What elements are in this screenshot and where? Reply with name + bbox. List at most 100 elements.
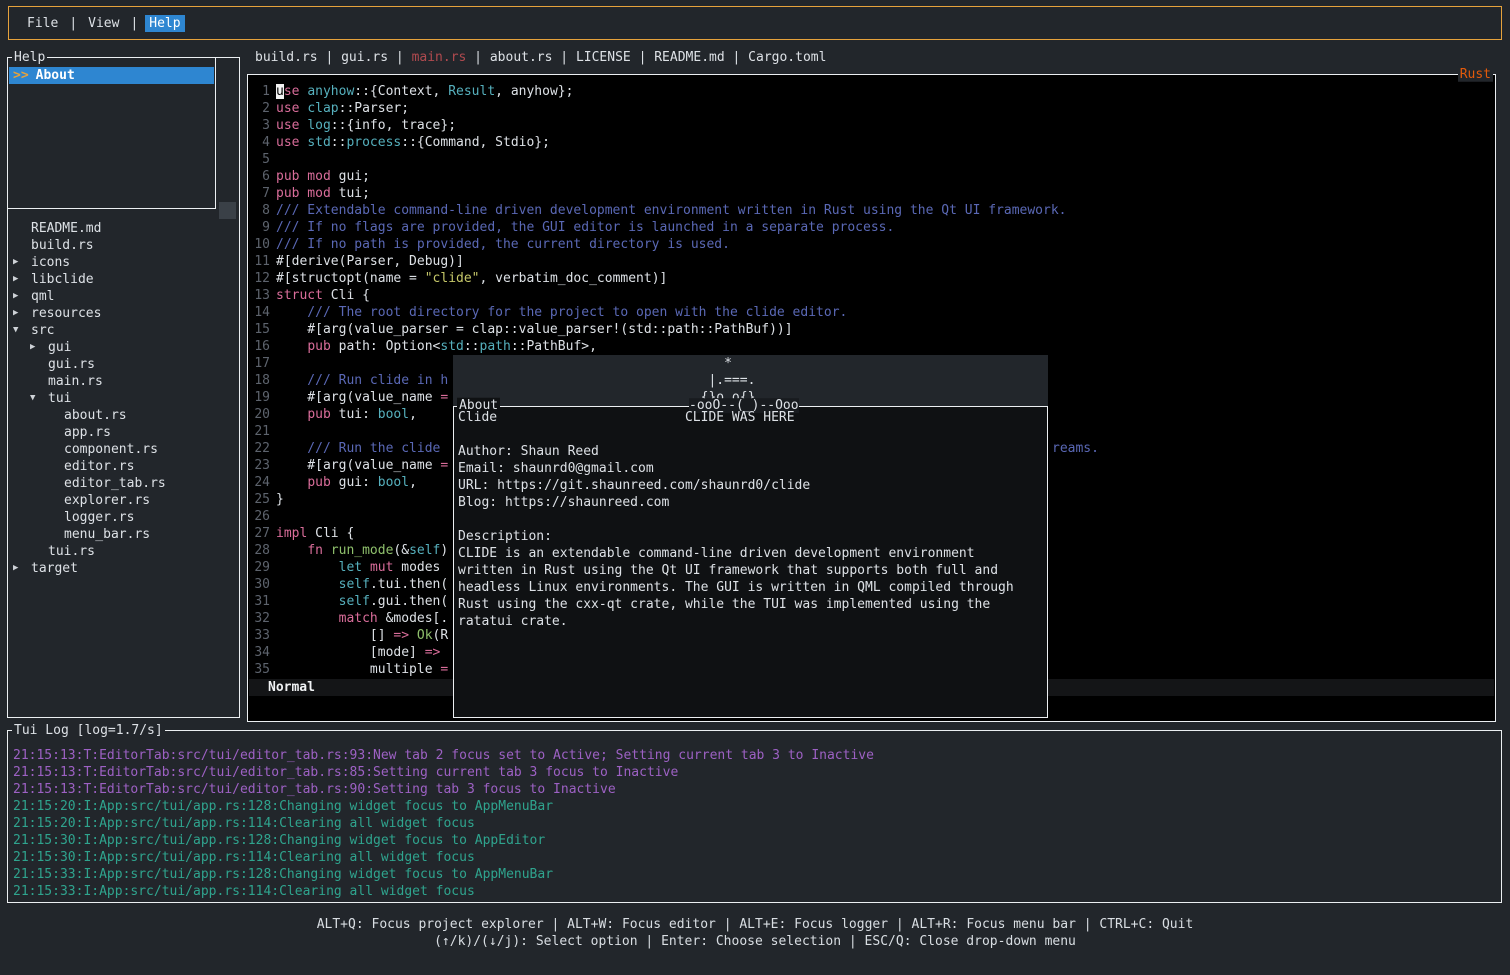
line-number: 28 [254, 542, 270, 559]
explorer-item-explorer-rs[interactable]: explorer.rs [8, 492, 238, 509]
explorer-item-label: icons [31, 254, 70, 271]
explorer-item-editor_tab-rs[interactable]: editor_tab.rs [8, 475, 238, 492]
explorer-item-about-rs[interactable]: about.rs [8, 407, 238, 424]
line-number: 18 [254, 372, 270, 389]
explorer-item-readme-md[interactable]: README.md [8, 220, 238, 237]
line-number: 11 [254, 253, 270, 270]
explorer-item-label: resources [31, 305, 101, 322]
log-entry: 21:15:13:T:EditorTab:src/tui/editor_tab.… [13, 781, 1500, 798]
menu-items: File|View|Help [23, 15, 185, 32]
tab-gui-rs[interactable]: gui.rs [341, 50, 388, 65]
line-number: 8 [254, 202, 270, 219]
explorer-item-gui-rs[interactable]: gui.rs [8, 356, 238, 373]
help-dropdown-title: Help [12, 50, 47, 65]
tab-about-rs[interactable]: about.rs [490, 50, 553, 65]
line-number: 27 [254, 525, 270, 542]
about-content-line: Email: shaunrd0@gmail.com [458, 460, 1047, 477]
help-dropdown[interactable]: Help >>About [7, 57, 216, 209]
code-line: 1use anyhow::{Context, Result, anyhow}; [254, 83, 1494, 100]
about-content-line: CLIDE is an extendable command-line driv… [458, 545, 1047, 562]
explorer-item-main-rs[interactable]: main.rs [8, 373, 238, 390]
log-entry: 21:15:30:I:App:src/tui/app.rs:114:Cleari… [13, 849, 1500, 866]
menu-separator: | [69, 16, 77, 31]
help-dropdown-item-label: About [36, 68, 75, 83]
code-line: 3use log::{info, trace}; [254, 117, 1494, 134]
line-number: 1 [254, 83, 270, 100]
hints-line-1: ALT+Q: Focus project explorer | ALT+W: F… [0, 916, 1510, 933]
chevron-right-icon: ▶ [13, 271, 18, 288]
line-number: 31 [254, 593, 270, 610]
explorer-item-app-rs[interactable]: app.rs [8, 424, 238, 441]
code-overflow-fragment: reams. [1052, 440, 1099, 457]
code-line: 4use std::process::{Command, Stdio}; [254, 134, 1494, 151]
tab-separator: | [318, 50, 341, 65]
explorer-item-label: tui [48, 390, 71, 407]
chevron-right-icon: ▶ [13, 254, 18, 271]
tui-log-title: Tui Log [log=1.7/s] [12, 723, 165, 738]
explorer-item-label: gui [48, 339, 71, 356]
explorer-item-label: main.rs [48, 373, 103, 390]
line-number: 30 [254, 576, 270, 593]
tab-separator: | [388, 50, 411, 65]
about-content-line: Clide CLIDE WAS HERE [458, 409, 1047, 426]
about-content-line: Rust using the cxx-qt crate, while the T… [458, 596, 1047, 613]
explorer-item-editor-rs[interactable]: editor.rs [8, 458, 238, 475]
editor-tab-bar[interactable]: build.rs | gui.rs | main.rs | about.rs |… [247, 49, 1496, 66]
tui-log-panel[interactable]: Tui Log [log=1.7/s] 21:15:13:T:EditorTab… [7, 730, 1502, 903]
log-entries: 21:15:13:T:EditorTab:src/tui/editor_tab.… [9, 747, 1500, 901]
code-line: 13struct Cli { [254, 287, 1494, 304]
explorer-item-menu_bar-rs[interactable]: menu_bar.rs [8, 526, 238, 543]
explorer-item-logger-rs[interactable]: logger.rs [8, 509, 238, 526]
about-content-line: Author: Shaun Reed [458, 443, 1047, 460]
line-number: 26 [254, 508, 270, 525]
tab-main-rs[interactable]: main.rs [412, 50, 467, 65]
explorer-item-build-rs[interactable]: build.rs [8, 237, 238, 254]
menu-item-help[interactable]: Help [145, 15, 184, 32]
log-entry: 21:15:20:I:App:src/tui/app.rs:128:Changi… [13, 798, 1500, 815]
line-number: 2 [254, 100, 270, 117]
tab-build-rs[interactable]: build.rs [255, 50, 318, 65]
code-line: 14 /// The root directory for the projec… [254, 304, 1494, 321]
line-number: 9 [254, 219, 270, 236]
explorer-item-gui[interactable]: ▶gui [8, 339, 238, 356]
menu-item-file[interactable]: File [23, 15, 62, 32]
chevron-right-icon: ▶ [13, 560, 18, 577]
menu-item-view[interactable]: View [84, 15, 123, 32]
code-line: 2use clap::Parser; [254, 100, 1494, 117]
tab-readme-md[interactable]: README.md [654, 50, 724, 65]
about-popup: * |.===. {}o o{} About -ooO--(_)--Ooo Cl… [453, 355, 1048, 718]
explorer-scrollbar-thumb[interactable] [219, 202, 236, 219]
code-line: 10/// If no path is provided, the curren… [254, 236, 1494, 253]
line-number: 22 [254, 440, 270, 457]
line-number: 12 [254, 270, 270, 287]
line-number: 6 [254, 168, 270, 185]
line-number: 17 [254, 355, 270, 372]
explorer-item-icons[interactable]: ▶ icons [8, 254, 238, 271]
line-number: 24 [254, 474, 270, 491]
clide-tui-app: File|View|Help README.mdbuild.rs▶icons▶l… [0, 0, 1510, 975]
tab-cargo-toml[interactable]: Cargo.toml [748, 50, 826, 65]
explorer-item-target[interactable]: ▶target [8, 560, 238, 577]
explorer-item-resources[interactable]: ▶resources [8, 305, 238, 322]
explorer-item-src[interactable]: ▼src [8, 322, 238, 339]
explorer-item-qml[interactable]: ▶qml [8, 288, 238, 305]
tab-separator: | [631, 50, 654, 65]
tab-license[interactable]: LICENSE [576, 50, 631, 65]
line-number: 25 [254, 491, 270, 508]
log-entry: 21:15:30:I:App:src/tui/app.rs:128:Changi… [13, 832, 1500, 849]
explorer-item-tui[interactable]: ▼tui [8, 390, 238, 407]
explorer-item-label: tui.rs [48, 543, 95, 560]
code-line: 8/// Extendable command-line driven deve… [254, 202, 1494, 219]
help-dropdown-item-about[interactable]: >>About [9, 67, 214, 84]
tab-separator: | [725, 50, 748, 65]
about-content-line [458, 426, 1047, 443]
line-number: 19 [254, 389, 270, 406]
about-content-line: headless Linux environments. The GUI is … [458, 579, 1047, 596]
explorer-item-libclide[interactable]: ▶libclide [8, 271, 238, 288]
about-content-line: URL: https://git.shaunreed.com/shaunrd0/… [458, 477, 1047, 494]
menu-bar[interactable]: File|View|Help [8, 6, 1502, 40]
code-line: 7pub mod tui; [254, 185, 1494, 202]
explorer-item-tui-rs[interactable]: tui.rs [8, 543, 238, 560]
code-line: 6pub mod gui; [254, 168, 1494, 185]
explorer-item-component-rs[interactable]: component.rs [8, 441, 238, 458]
